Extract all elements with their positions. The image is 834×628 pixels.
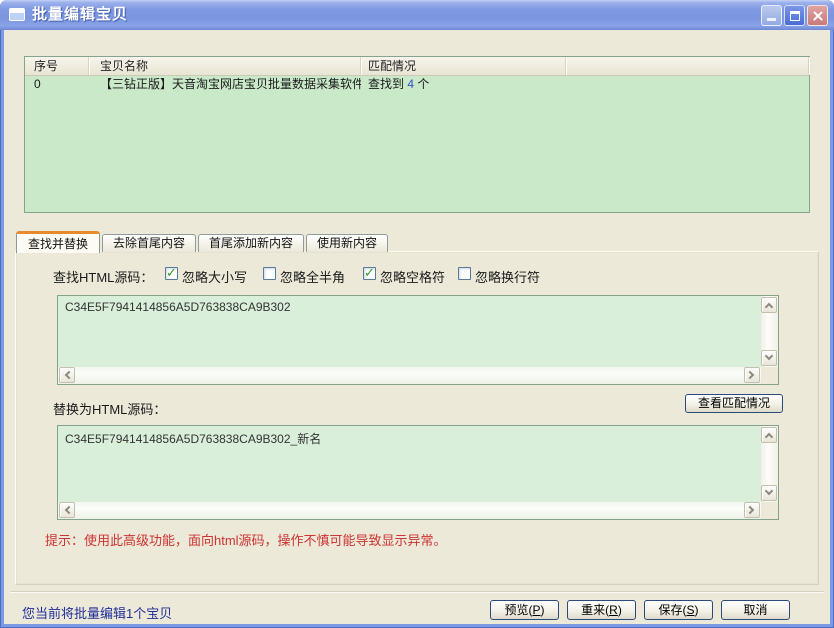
tab-new-content[interactable]: 使用新内容 xyxy=(306,234,388,252)
batch-edit-dialog: 批量编辑宝贝 序号 宝贝名称 匹配情况 0 【三钻正版】天音淘宝网店宝贝批量数据… xyxy=(0,0,834,628)
tab-strip: 查找并替换 去除首尾内容 首尾添加新内容 使用新内容 xyxy=(16,230,388,252)
chevron-down-icon xyxy=(765,487,773,495)
minimize-button[interactable] xyxy=(761,5,782,26)
find-horizontal-scrollbar[interactable] xyxy=(58,367,761,384)
row-item-name: 【三钻正版】天音淘宝网店宝贝批量数据采集软件 ... xyxy=(89,76,361,93)
scroll-left-button[interactable] xyxy=(59,367,75,383)
scroll-right-button[interactable] xyxy=(744,502,760,518)
chevron-left-icon xyxy=(65,371,73,379)
column-header-extra[interactable] xyxy=(566,57,809,75)
chevron-up-icon xyxy=(765,433,773,441)
dialog-body: 序号 宝贝名称 匹配情况 0 【三钻正版】天音淘宝网店宝贝批量数据采集软件 ..… xyxy=(4,30,830,624)
maximize-icon xyxy=(790,11,800,21)
row-index: 0 xyxy=(25,76,89,93)
window-title: 批量编辑宝贝 xyxy=(32,0,128,30)
checkbox-ignore-width[interactable] xyxy=(263,267,276,280)
scroll-left-button[interactable] xyxy=(59,502,75,518)
column-header-index[interactable]: 序号 xyxy=(25,57,89,75)
preview-button[interactable]: 预览(P) xyxy=(490,600,559,620)
checkbox-ignore-space[interactable] xyxy=(363,267,376,280)
column-header-match[interactable]: 匹配情况 xyxy=(361,57,566,75)
status-text: 您当前将批量编辑1个宝贝 xyxy=(22,603,172,622)
checkbox-ignore-linebreak-label[interactable]: 忽略换行符 xyxy=(475,267,540,286)
row-match-status: 查找到 4 个 xyxy=(361,76,566,93)
scroll-down-button[interactable] xyxy=(761,350,777,366)
find-vertical-scrollbar[interactable] xyxy=(761,296,778,367)
chevron-down-icon xyxy=(765,352,773,360)
replace-source-input[interactable]: C34E5F7941414856A5D763838CA9B302_新名 xyxy=(58,426,761,502)
title-bar[interactable]: 批量编辑宝贝 xyxy=(0,0,834,30)
close-icon xyxy=(808,6,827,25)
chevron-up-icon xyxy=(765,303,773,311)
view-match-button[interactable]: 查看匹配情况 xyxy=(685,394,783,413)
chevron-left-icon xyxy=(65,506,73,514)
chevron-right-icon xyxy=(746,506,754,514)
replace-html-label: 替换为HTML源码： xyxy=(53,399,166,418)
checkbox-ignore-case[interactable] xyxy=(165,267,178,280)
chevron-right-icon xyxy=(746,371,754,379)
list-body: 0 【三钻正版】天音淘宝网店宝贝批量数据采集软件 ... 查找到 4 个 xyxy=(25,76,809,212)
close-button[interactable] xyxy=(807,5,828,26)
scroll-up-button[interactable] xyxy=(761,297,777,313)
tab-strip-ends[interactable]: 去除首尾内容 xyxy=(102,234,196,252)
checkbox-ignore-space-label[interactable]: 忽略空格符 xyxy=(380,267,445,286)
save-button[interactable]: 保存(S) xyxy=(644,600,713,620)
find-source-field: C34E5F7941414856A5D763838CA9B302 xyxy=(57,295,779,385)
find-html-label: 查找HTML源码： xyxy=(53,267,153,286)
item-list: 序号 宝贝名称 匹配情况 0 【三钻正版】天音淘宝网店宝贝批量数据采集软件 ..… xyxy=(24,56,810,213)
redo-button[interactable]: 重来(R) xyxy=(567,600,636,620)
replace-horizontal-scrollbar[interactable] xyxy=(58,502,761,519)
column-header-name[interactable]: 宝贝名称 xyxy=(89,57,361,75)
scroll-right-button[interactable] xyxy=(744,367,760,383)
scroll-up-button[interactable] xyxy=(761,427,777,443)
replace-source-field: C34E5F7941414856A5D763838CA9B302_新名 xyxy=(57,425,779,520)
scrollbar-corner xyxy=(761,367,778,384)
scrollbar-corner xyxy=(761,502,778,519)
checkbox-ignore-case-label[interactable]: 忽略大小写 xyxy=(182,267,247,286)
checkbox-ignore-linebreak[interactable] xyxy=(458,267,471,280)
warning-hint: 提示：使用此高级功能，面向html源码，操作不慎可能导致显示异常。 xyxy=(45,530,447,549)
maximize-button[interactable] xyxy=(784,5,805,26)
cancel-button[interactable]: 取消 xyxy=(721,600,790,620)
checkbox-ignore-width-label[interactable]: 忽略全半角 xyxy=(280,267,345,286)
list-header: 序号 宝贝名称 匹配情况 xyxy=(25,57,809,76)
find-source-input[interactable]: C34E5F7941414856A5D763838CA9B302 xyxy=(58,296,761,367)
scroll-down-button[interactable] xyxy=(761,485,777,501)
table-row[interactable]: 0 【三钻正版】天音淘宝网店宝贝批量数据采集软件 ... 查找到 4 个 xyxy=(25,76,809,93)
tab-append-ends[interactable]: 首尾添加新内容 xyxy=(198,234,304,252)
tab-find-replace[interactable]: 查找并替换 xyxy=(16,231,100,253)
replace-vertical-scrollbar[interactable] xyxy=(761,426,778,502)
window-icon xyxy=(9,8,25,21)
minimize-icon xyxy=(767,18,776,21)
footer-divider xyxy=(10,591,824,593)
